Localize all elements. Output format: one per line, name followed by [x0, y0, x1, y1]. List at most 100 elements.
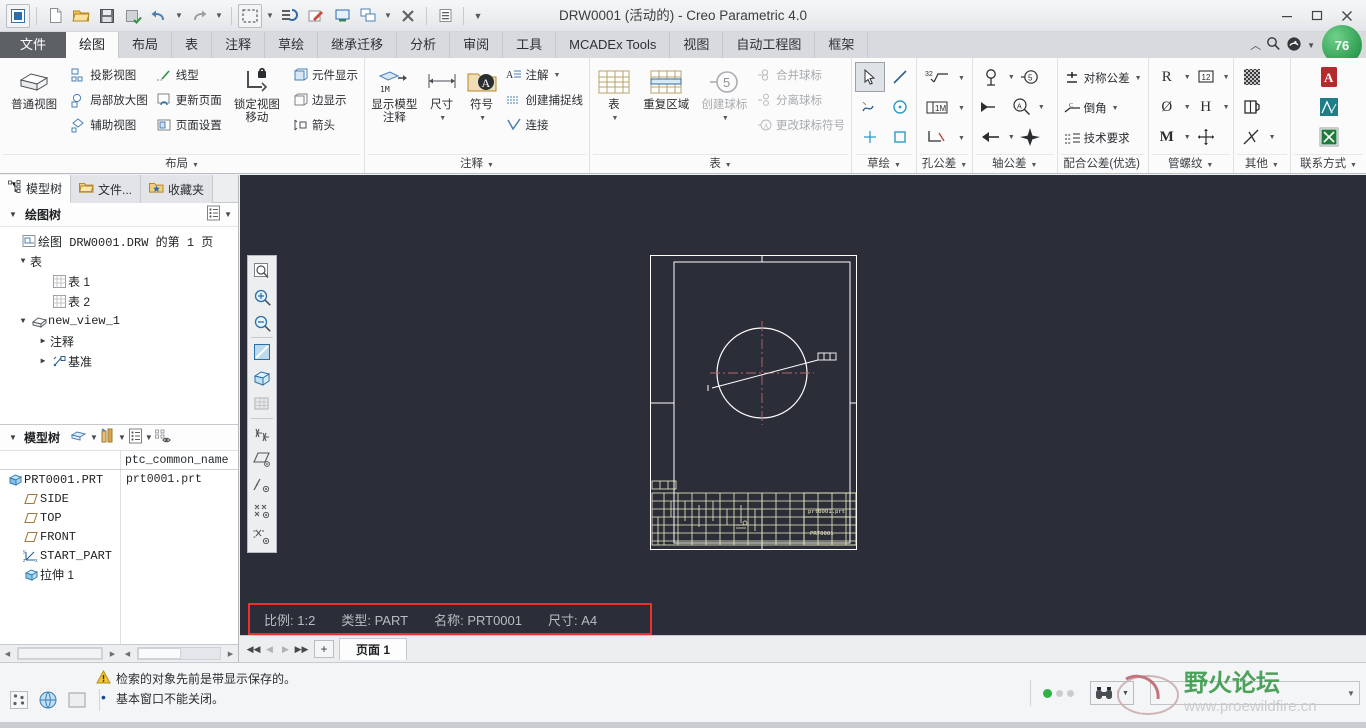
- table-button[interactable]: 表 ▼: [593, 62, 635, 125]
- display-style-icon[interactable]: [249, 365, 275, 391]
- tab-annotate[interactable]: 注释: [212, 32, 266, 58]
- grid-display-icon[interactable]: [249, 391, 275, 417]
- page-setup-button[interactable]: 页面设置: [153, 113, 225, 137]
- left-arrow-dropdown-icon[interactable]: ▼: [1008, 134, 1015, 141]
- arrow-tag-icon[interactable]: [976, 92, 1006, 122]
- ribbon-group-hole-tolerance-title[interactable]: 孔公差 ▼: [920, 154, 969, 173]
- symmetric-tolerance-button[interactable]: 对称公差 ▼: [1061, 63, 1145, 93]
- balloon-5-icon[interactable]: 5: [1015, 62, 1045, 92]
- axis-display-icon[interactable]: [249, 472, 275, 498]
- dimension-button[interactable]: 尺寸 ▼: [423, 62, 461, 125]
- axis-tolerance-icon[interactable]: [976, 62, 1006, 92]
- model-tree-row-part[interactable]: PRT0001.PRT prt0001.prt: [0, 470, 238, 489]
- minimize-button[interactable]: [1272, 2, 1302, 30]
- component-display-button[interactable]: 元件显示: [289, 63, 361, 87]
- datum-dropdown-icon[interactable]: ▼: [958, 105, 965, 112]
- list-icon[interactable]: [433, 4, 457, 28]
- roughness-dropdown-icon[interactable]: ▼: [958, 75, 965, 82]
- tab-tools[interactable]: 工具: [503, 32, 557, 58]
- radius-dropdown-icon[interactable]: ▼: [1184, 74, 1191, 81]
- csys-display-icon[interactable]: [249, 524, 275, 550]
- repaint-icon[interactable]: [249, 339, 275, 365]
- close-window-icon[interactable]: [396, 4, 420, 28]
- m-thread-dropdown-icon[interactable]: ▼: [1184, 134, 1191, 141]
- selection-filter-icon[interactable]: [8, 689, 30, 711]
- roughness-32-button[interactable]: 32 ▼: [920, 63, 968, 93]
- hatch-pattern-icon[interactable]: [1237, 62, 1267, 92]
- boxed-12-icon[interactable]: 12: [1191, 62, 1221, 92]
- close-button[interactable]: [1332, 2, 1362, 30]
- scroll-right-arrow-2[interactable]: ▶: [223, 645, 238, 662]
- create-snap-line-button[interactable]: 创建捕捉线: [503, 88, 587, 112]
- note-button[interactable]: A 注解 ▼: [503, 63, 587, 87]
- pdf-export-icon[interactable]: A: [1312, 62, 1346, 92]
- tree-node-table-2[interactable]: 表 2: [0, 291, 238, 311]
- navigator-tab-files[interactable]: 文件...: [71, 175, 142, 203]
- model-tree-row-start-part[interactable]: yzx START_PART: [0, 546, 238, 565]
- model-tree-header[interactable]: ▼ 模型树 ▼ ▼ ▼: [0, 425, 238, 451]
- tab-inherit-migrate[interactable]: 继承迁移: [318, 32, 398, 58]
- tab-auto-drawing[interactable]: 自动工程图: [723, 32, 816, 58]
- find-tool[interactable]: ▼: [1090, 681, 1134, 705]
- h-tolerance-dropdown-icon[interactable]: ▼: [1223, 104, 1230, 111]
- chevron-down-icon[interactable]: ▼: [6, 433, 20, 442]
- ribbon-group-shaft-tolerance-title[interactable]: 轴公差 ▼: [975, 154, 1054, 173]
- select-dropdown-icon[interactable]: ▼: [264, 4, 276, 28]
- point-display-icon[interactable]: [249, 498, 275, 524]
- save-as-icon[interactable]: [121, 4, 145, 28]
- show-hide-icon[interactable]: [154, 429, 172, 447]
- detailed-view-button[interactable]: 局部放大图: [67, 88, 151, 112]
- undo-dropdown-icon[interactable]: ▼: [173, 4, 185, 28]
- open-icon[interactable]: [69, 4, 93, 28]
- section-symbol-icon[interactable]: [1237, 92, 1267, 122]
- general-view-button[interactable]: 普通视图: [3, 62, 65, 112]
- model-tree-row-extrude-1[interactable]: 拉伸 1: [0, 565, 238, 584]
- tile-dropdown-icon[interactable]: ▼: [382, 4, 394, 28]
- customize-qat-icon[interactable]: ▼: [470, 4, 486, 28]
- chamfer-tol-button[interactable]: ▼: [920, 123, 968, 153]
- symbol-dropdown-icon[interactable]: ▼: [479, 112, 486, 125]
- autocad-export-icon[interactable]: [1312, 92, 1346, 122]
- search-icon[interactable]: [1266, 36, 1281, 54]
- left-arrow-icon[interactable]: [976, 122, 1006, 152]
- scroll-left-arrow-1[interactable]: ◀: [0, 645, 15, 662]
- magnifier-tol-icon[interactable]: A: [1006, 92, 1036, 122]
- h-tolerance-icon[interactable]: H: [1191, 92, 1221, 122]
- sketch-edit-icon[interactable]: [304, 4, 328, 28]
- rectangle-icon[interactable]: [885, 122, 915, 152]
- note-dropdown-icon[interactable]: ▼: [554, 72, 561, 79]
- attach-button[interactable]: 连接: [503, 113, 587, 137]
- tools-icon[interactable]: [100, 428, 116, 447]
- select-box-icon[interactable]: [238, 3, 262, 28]
- magnifier-dropdown-icon[interactable]: ▼: [1038, 104, 1045, 111]
- tab-framework[interactable]: 框架: [815, 32, 869, 58]
- undo-icon[interactable]: [147, 4, 171, 28]
- previous-sheet-button[interactable]: ◀: [262, 640, 277, 658]
- axis-tol-dropdown-icon[interactable]: ▼: [1008, 74, 1015, 81]
- regenerate-icon[interactable]: [278, 4, 302, 28]
- add-sheet-button[interactable]: +: [314, 640, 334, 658]
- first-sheet-button[interactable]: ◀◀: [246, 640, 261, 658]
- graphics-window[interactable]: prt0001.prt PRT0001 比例: 1:2 类型: PART 名称:…: [240, 175, 1366, 635]
- m-thread-icon[interactable]: M: [1152, 122, 1182, 152]
- tree-node-new-view-1[interactable]: ▼ new_view_1: [0, 311, 238, 331]
- ribbon-group-layout-title[interactable]: 布局 ▼: [3, 154, 361, 173]
- chamfer-dropdown-icon[interactable]: ▼: [1112, 105, 1119, 112]
- symbol-button[interactable]: A 符号 ▼: [463, 62, 501, 125]
- horizontal-scrollbar-1[interactable]: [17, 647, 103, 660]
- radius-icon[interactable]: R: [1152, 62, 1182, 92]
- diameter-icon[interactable]: Ø: [1152, 92, 1182, 122]
- selection-dropdown-icon[interactable]: ▼: [1343, 689, 1359, 698]
- tab-review[interactable]: 审阅: [450, 32, 504, 58]
- tab-mcadex-tools[interactable]: MCADEx Tools: [556, 32, 671, 58]
- datum-display-icon[interactable]: [249, 420, 275, 446]
- drawing-tree-dropdown-icon[interactable]: ▼: [224, 210, 232, 219]
- collapse-ribbon-icon[interactable]: ︿: [1250, 37, 1261, 53]
- tree-node-sheet[interactable]: 绘图 DRW0001.DRW 的第 1 页: [0, 231, 238, 251]
- chevron-right-icon[interactable]: ▶: [36, 356, 50, 366]
- drawing-tree-header[interactable]: ▼ 绘图树 ▼: [0, 203, 238, 227]
- dimension-dropdown-icon[interactable]: ▼: [439, 112, 446, 125]
- redo-dropdown-icon[interactable]: ▼: [213, 4, 225, 28]
- point-icon[interactable]: [855, 122, 885, 152]
- tree-node-table-1[interactable]: 表 1: [0, 271, 238, 291]
